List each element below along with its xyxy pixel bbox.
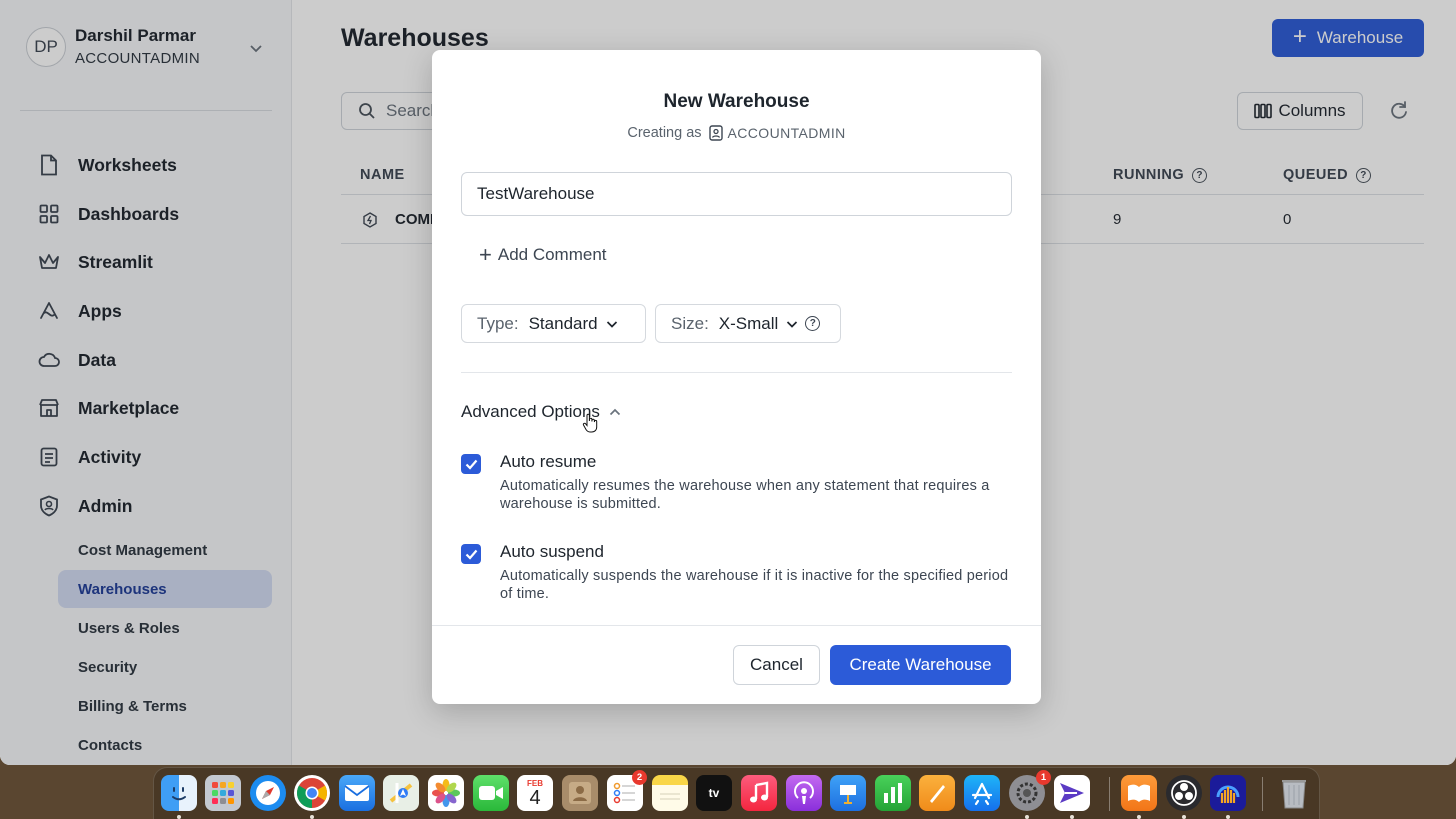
numbers-icon[interactable] [875,775,911,811]
running-indicator [310,815,314,819]
mail-icon[interactable] [339,775,375,811]
id-badge-icon [708,125,723,141]
create-warehouse-button[interactable]: Create Warehouse [830,645,1011,685]
facetime-icon[interactable] [473,775,509,811]
safari-icon[interactable] [250,775,286,811]
creating-as: Creating as ACCOUNTADMIN [432,125,1041,141]
auto-suspend-description: Automatically suspends the warehouse if … [500,568,1009,602]
creating-as-label: Creating as [627,125,702,141]
dock: FEB 4 2 tv 1 [153,767,1320,819]
auto-resume-title: Auto resume [500,452,597,471]
calendar-day: 4 [529,787,541,809]
dock-separator [1109,777,1110,811]
running-indicator [1137,815,1141,819]
obs-icon[interactable] [1166,775,1202,811]
running-indicator [177,815,181,819]
launchpad-icon[interactable] [205,775,241,811]
notification-badge: 1 [1036,770,1051,785]
calendar-icon[interactable]: FEB 4 [517,775,553,811]
type-value: Standard [528,313,598,333]
running-indicator [1182,815,1186,819]
chrome-icon[interactable] [294,775,330,811]
photos-icon[interactable] [428,775,464,811]
help-icon[interactable]: ? [805,316,821,331]
warehouse-name-field[interactable] [461,172,1012,216]
chevron-down-icon [787,320,798,328]
music-icon[interactable] [741,775,777,811]
creating-as-role: ACCOUNTADMIN [727,125,846,141]
type-label: Type: [477,313,519,333]
add-comment-button[interactable]: + Add Comment [479,244,607,266]
keynote-icon[interactable] [830,775,866,811]
check-icon [465,459,477,470]
notes-icon[interactable] [652,775,688,811]
hand-pointer-icon [582,413,598,433]
check-icon [465,549,477,560]
chevron-down-icon [606,320,617,328]
finder-icon[interactable] [161,775,197,811]
dialog-divider [461,372,1012,373]
chevron-up-icon [609,408,621,416]
app-window: DP Darshil Parmar ACCOUNTADMIN Worksheet… [0,0,1456,765]
dialog-title: New Warehouse [663,91,810,112]
running-indicator [1070,815,1074,819]
cancel-button[interactable]: Cancel [733,645,820,685]
apple-tv-icon[interactable]: tv [696,775,732,811]
send-app-icon[interactable] [1054,775,1090,811]
dialog-footer-divider [432,625,1041,626]
plus-icon: + [479,242,492,267]
app-store-icon[interactable] [964,775,1000,811]
pages-icon[interactable] [919,775,955,811]
advanced-options-label: Advanced Options [461,402,600,421]
auto-resume-checkbox[interactable] [461,454,481,474]
size-value: X-Small [718,313,779,333]
new-warehouse-dialog: New Warehouse Creating as ACCOUNTADMIN +… [432,50,1041,704]
apple-tv-label: tv [708,786,720,800]
audio-app-icon[interactable] [1210,775,1246,811]
maps-icon[interactable] [383,775,419,811]
type-select[interactable]: Type: Standard [461,304,646,343]
trash-icon[interactable] [1276,775,1312,811]
contacts-icon[interactable] [562,775,598,811]
add-comment-label: Add Comment [497,245,607,264]
dock-separator [1262,777,1263,811]
auto-resume-description: Automatically resumes the warehouse when… [500,478,990,512]
size-select[interactable]: Size: X-Small ? [655,304,841,343]
running-indicator [1025,815,1029,819]
auto-suspend-checkbox[interactable] [461,544,481,564]
notification-badge: 2 [632,770,647,785]
books-icon[interactable] [1121,775,1157,811]
auto-suspend-title: Auto suspend [500,542,604,561]
size-label: Size: [671,313,709,333]
running-indicator [1226,815,1230,819]
podcasts-icon[interactable] [786,775,822,811]
